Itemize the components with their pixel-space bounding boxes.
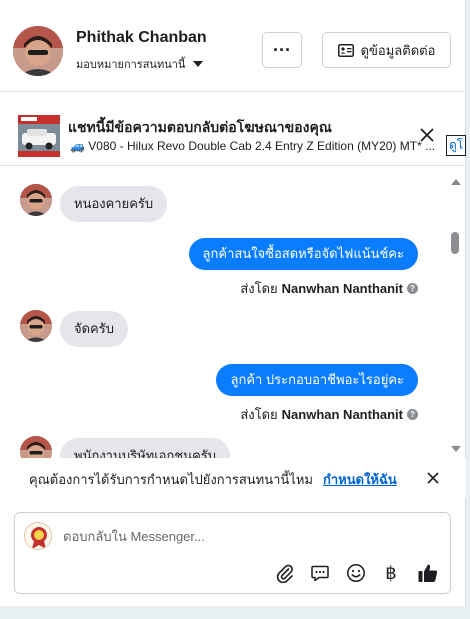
contact-message-avatar (20, 436, 52, 459)
contact-avatar[interactable] (13, 26, 63, 76)
ad-reply-subtitle: 🚙 V080 - Hilux Revo Double Cab 2.4 Entry… (70, 139, 436, 153)
help-icon[interactable]: ? (407, 409, 418, 420)
sent-by-name: Nanwhan Nanthanit (281, 281, 403, 296)
incoming-message[interactable]: หนองคายครับ (60, 186, 168, 222)
sent-by-label: ส่งโดย Nanwhan Nanthanit ? (240, 404, 418, 425)
scroll-up-arrow-icon[interactable] (451, 179, 461, 185)
assign-prompt-bar: คุณต้องการได้รับการกำหนดไปยังการสนทนานี้… (0, 458, 466, 498)
ad-reply-title: แชทนี้มีข้อความตอบกลับต่อโฆษณาของคุณ (68, 119, 332, 135)
scroll-down-arrow-icon[interactable] (451, 446, 461, 452)
close-ad-banner-button[interactable] (416, 124, 438, 146)
contact-message-avatar (20, 184, 52, 216)
thumbs-up-icon (418, 564, 438, 582)
close-icon (420, 128, 434, 142)
contact-name: Phithak Chanban (76, 29, 207, 46)
close-assign-prompt-button[interactable] (424, 469, 442, 487)
incoming-message[interactable]: พนักงานบริษัทเอกชนครับ (60, 438, 230, 459)
incoming-message[interactable]: จัดครับ (60, 311, 128, 347)
ad-thumbnail[interactable] (18, 115, 60, 157)
contact-card-icon (337, 43, 354, 57)
page-avatar (24, 522, 52, 550)
attach-file-button[interactable] (273, 561, 297, 585)
assign-conversation-label: มอบหมายการสนทนานี้ (76, 59, 186, 71)
sent-by-name: Nanwhan Nanthanit (281, 407, 403, 422)
more-options-label: ··· (273, 39, 291, 60)
assign-prompt-text: คุณต้องการได้รับการกำหนดไปยังการสนทนานี้… (29, 472, 313, 487)
sent-by-label: ส่งโดย Nanwhan Nanthanit ? (240, 278, 418, 299)
paperclip-icon (276, 564, 293, 583)
emoji-icon (347, 564, 365, 582)
contact-message-avatar (20, 310, 52, 342)
sent-by-prefix: ส่งโดย (240, 281, 278, 296)
close-icon (427, 472, 439, 484)
reply-composer: ฿ (14, 512, 451, 594)
ad-reply-banner: แชทนี้มีข้อความตอบกลับต่อโฆษณาของคุณ 🚙 V… (0, 106, 466, 166)
sent-by-prefix: ส่งโดย (240, 407, 278, 422)
outgoing-message[interactable]: ลูกค้าสนใจซื้อสดหรือจัดไฟแน้นช์คะ (188, 238, 418, 270)
outgoing-message[interactable]: ลูกค้า ประกอบอาชีพอะไรอยู่คะ (216, 364, 418, 396)
view-contact-info-label: ดูข้อมูลติดต่อ (360, 42, 436, 58)
baht-icon: ฿ (385, 562, 397, 583)
caret-down-icon (193, 61, 204, 67)
scrollbar-thumb[interactable] (451, 232, 459, 254)
saved-replies-button[interactable] (308, 561, 332, 585)
view-ad-link[interactable]: ดูโ (446, 135, 467, 156)
conversation-header: Phithak Chanban มอบหมายการสนทนานี้ ··· ด… (0, 0, 466, 92)
conversation-panel: Phithak Chanban มอบหมายการสนทนานี้ ··· ด… (0, 0, 467, 606)
chat-bubble-icon (311, 565, 329, 582)
emoji-button[interactable] (344, 561, 368, 585)
more-options-button[interactable]: ··· (262, 32, 302, 68)
assign-conversation-dropdown[interactable]: มอบหมายการสนทนานี้ (76, 55, 204, 73)
view-contact-info-button[interactable]: ดูข้อมูลติดต่อ (322, 32, 451, 68)
help-icon[interactable]: ? (407, 283, 418, 294)
assign-to-me-link[interactable]: กำหนดให้ฉัน (323, 469, 397, 490)
reply-input[interactable] (63, 524, 433, 548)
send-like-button[interactable] (416, 561, 440, 585)
payment-button[interactable]: ฿ (379, 561, 403, 585)
message-thread[interactable]: หนองคายครับ ลูกค้าสนใจซื้อสดหรือจัดไฟแน้… (0, 174, 466, 459)
